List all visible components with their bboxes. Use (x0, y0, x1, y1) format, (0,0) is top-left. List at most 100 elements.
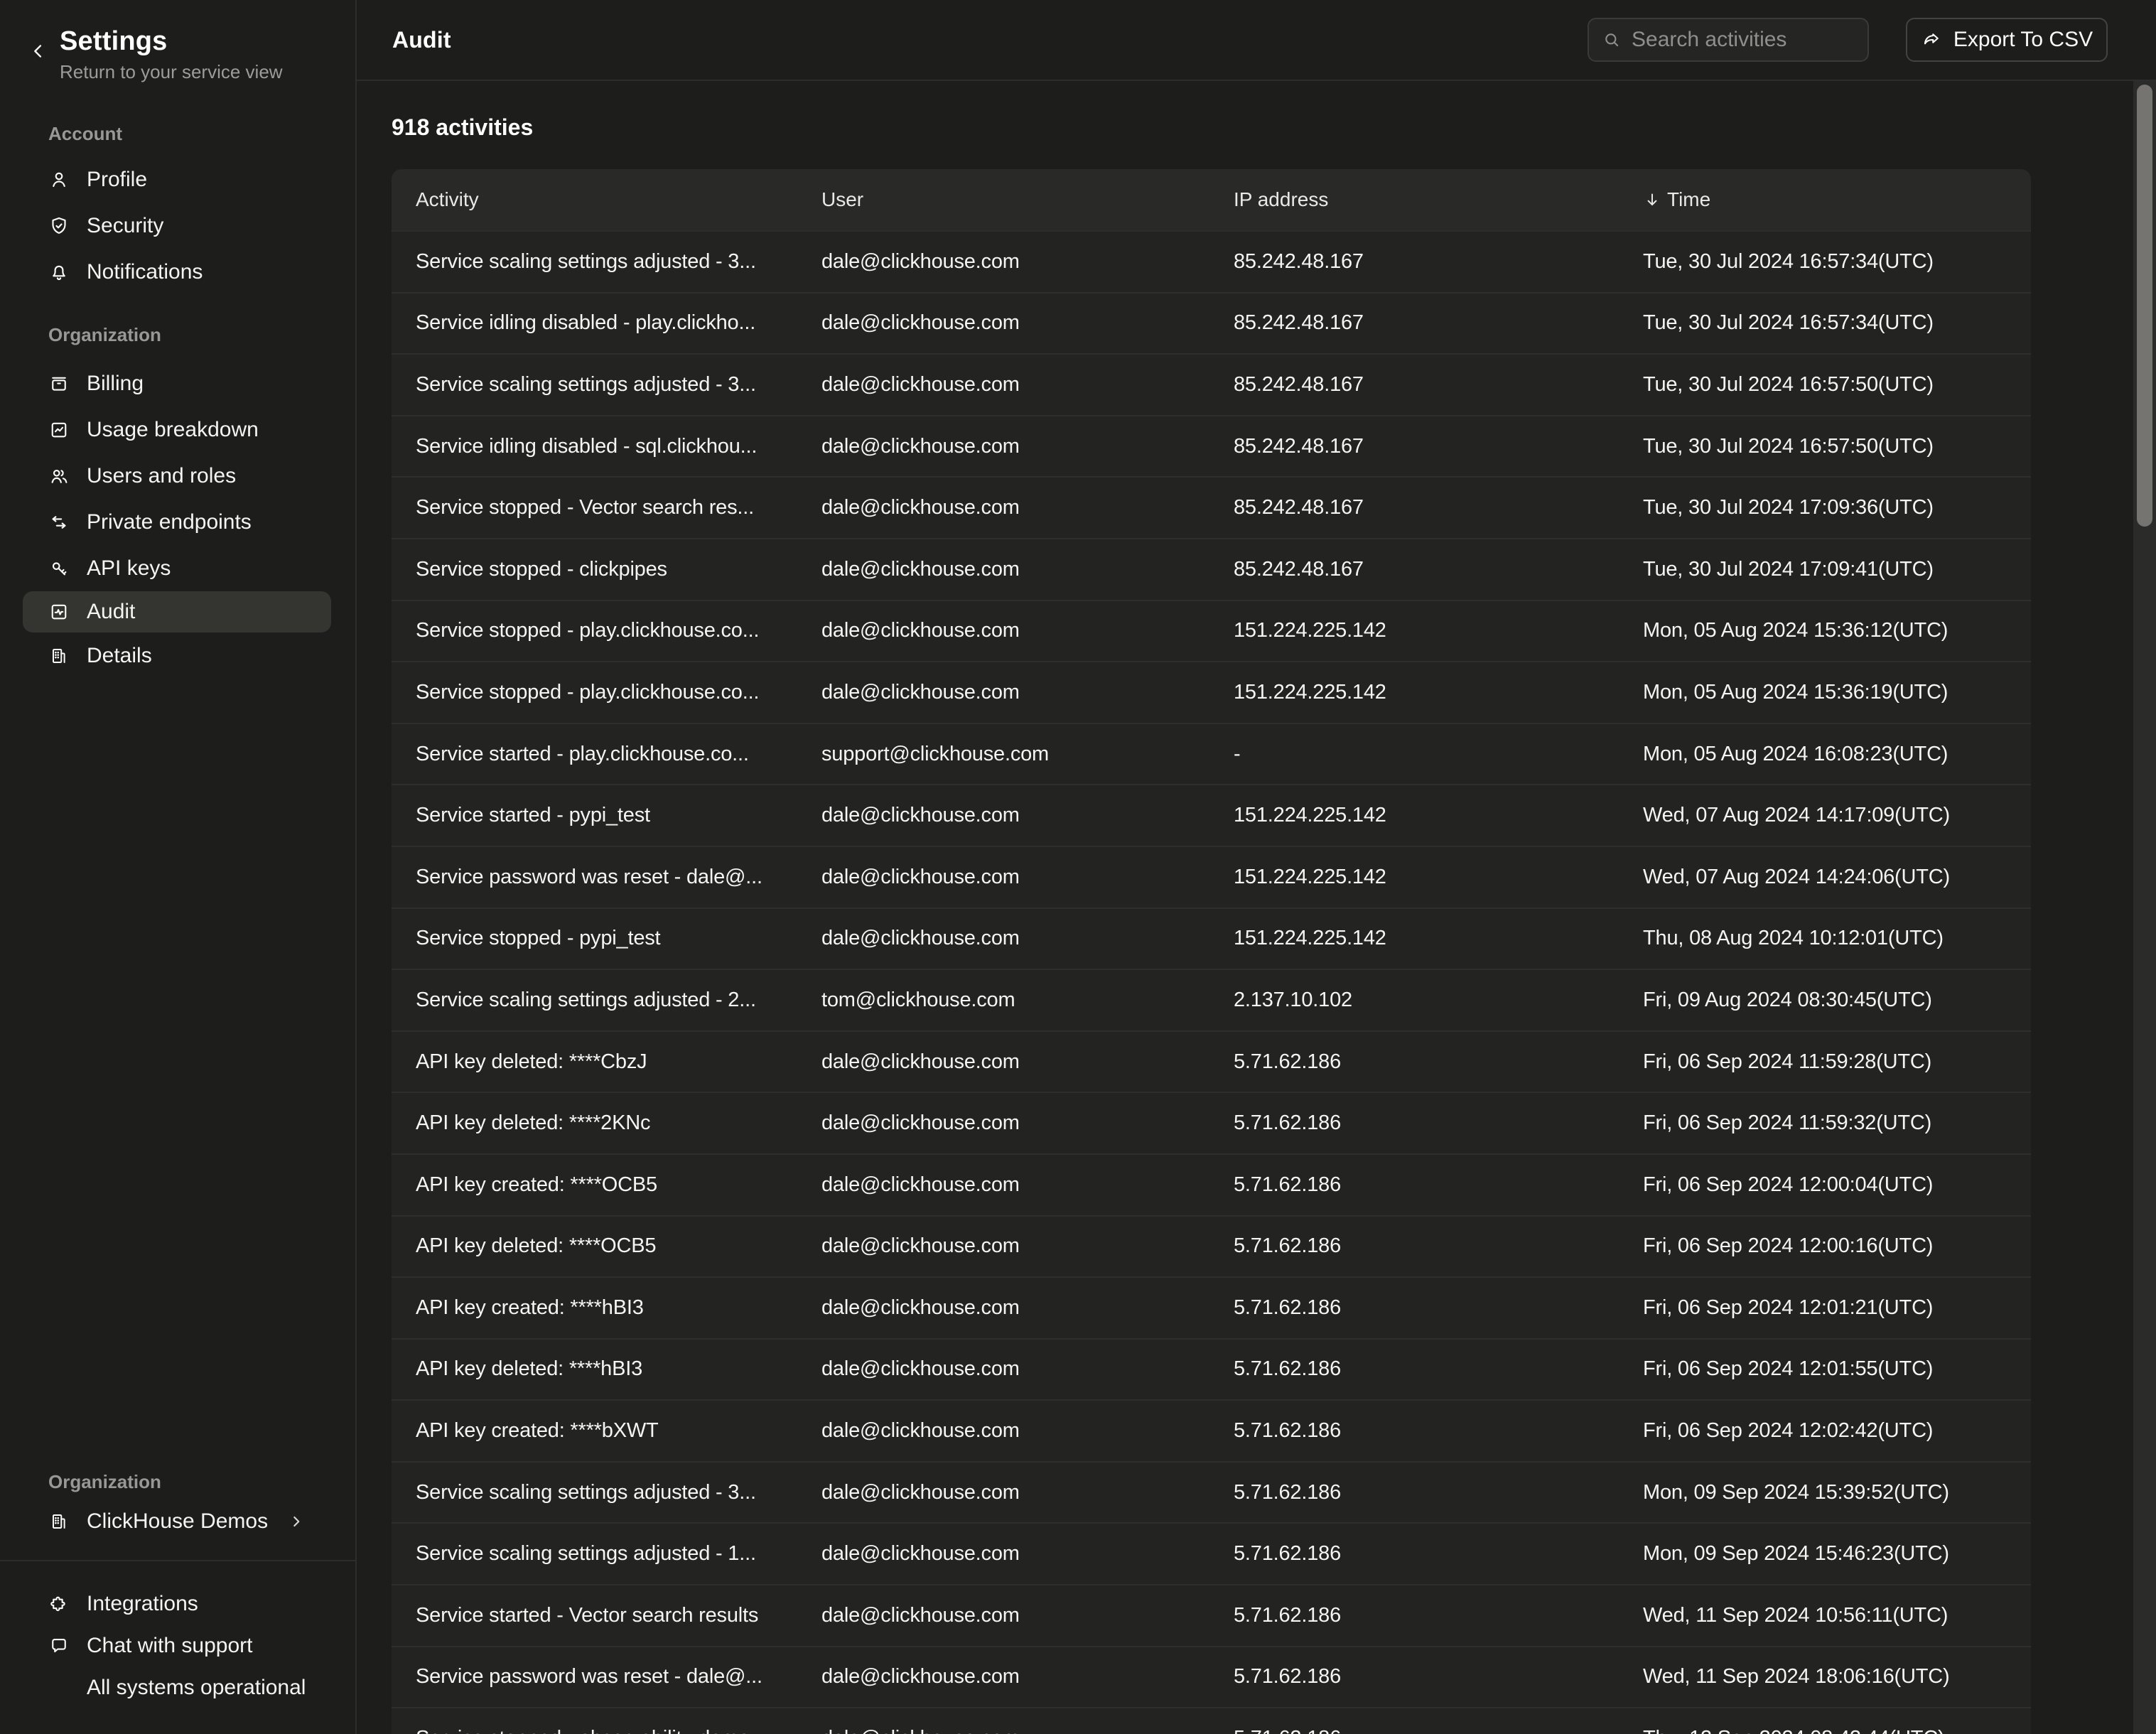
search-input[interactable] (1632, 28, 1855, 52)
user-icon (48, 169, 70, 190)
sidebar-spacer (0, 679, 355, 1470)
cell-activity: Service started - Vector search results (392, 1604, 800, 1627)
chat-bubble-icon (48, 1635, 70, 1657)
cell-user: dale@clickhouse.com (800, 558, 1212, 581)
cell-activity: Service scaling settings adjusted - 3... (392, 1481, 800, 1504)
sidebar-item-users-and-roles[interactable]: Users and roles (0, 453, 355, 499)
cell-ip: 151.224.225.142 (1212, 927, 1622, 950)
column-header-ip[interactable]: IP address (1212, 188, 1622, 211)
building-icon (48, 645, 70, 667)
sidebar-item-security[interactable]: Security (0, 203, 355, 249)
cell-user: dale@clickhouse.com (800, 1111, 1212, 1135)
cell-activity: API key created: ****OCB5 (392, 1173, 800, 1197)
audit-content: 918 activities Activity User IP address (357, 81, 2156, 1734)
integrations-link[interactable]: Integrations (0, 1583, 355, 1625)
cell-user: dale@clickhouse.com (800, 619, 1212, 642)
cell-time: Tue, 30 Jul 2024 16:57:50(UTC) (1622, 373, 2031, 397)
sidebar-item-usage-breakdown[interactable]: Usage breakdown (0, 406, 355, 453)
cell-ip: 5.71.62.186 (1212, 1173, 1622, 1197)
cell-ip: 2.137.10.102 (1212, 989, 1622, 1012)
organization-nav: Billing Usage breakdown Users and roles … (0, 360, 355, 679)
search-box[interactable] (1588, 18, 1869, 62)
swap-arrows-icon (48, 512, 70, 533)
cell-time: Fri, 06 Sep 2024 12:01:55(UTC) (1622, 1357, 2031, 1381)
shield-check-icon (48, 215, 70, 237)
bell-icon (48, 262, 70, 283)
table-row: Service scaling settings adjusted - 3...… (392, 353, 2031, 415)
cell-activity: API key created: ****hBI3 (392, 1296, 800, 1320)
cell-ip: 5.71.62.186 (1212, 1296, 1622, 1320)
cell-time: Fri, 06 Sep 2024 12:00:16(UTC) (1622, 1234, 2031, 1258)
cell-activity: Service started - pypi_test (392, 804, 800, 827)
table-row: Service stopped - pypi_test dale@clickho… (392, 908, 2031, 969)
cell-user: dale@clickhouse.com (800, 681, 1212, 704)
cell-user: dale@clickhouse.com (800, 311, 1212, 335)
page-title: Settings (60, 26, 283, 57)
return-to-service-link[interactable]: Return to your service view (60, 61, 283, 82)
sidebar-item-label: Audit (87, 600, 135, 624)
footer-link-label: Chat with support (87, 1634, 252, 1658)
users-icon (48, 465, 70, 487)
cell-ip: 5.71.62.186 (1212, 1542, 1622, 1566)
cell-user: dale@clickhouse.com (800, 866, 1212, 889)
sidebar-item-billing[interactable]: Billing (0, 360, 355, 406)
table-row: API key deleted: ****hBI3 dale@clickhous… (392, 1338, 2031, 1400)
column-header-user[interactable]: User (800, 188, 1212, 211)
table-body: Service scaling settings adjusted - 3...… (392, 230, 2031, 1734)
column-header-activity[interactable]: Activity (392, 188, 800, 211)
sidebar-item-details[interactable]: Details (0, 632, 355, 679)
sidebar-item-label: Usage breakdown (87, 418, 259, 442)
cell-activity: Service stopped - clickpipes (392, 558, 800, 581)
chevron-right-icon (287, 1512, 306, 1531)
chart-icon (48, 419, 70, 441)
cell-ip: 5.71.62.186 (1212, 1665, 1622, 1689)
scrollbar-track[interactable] (2133, 81, 2156, 1734)
system-status-link[interactable]: All systems operational (0, 1666, 355, 1708)
cell-time: Mon, 05 Aug 2024 15:36:19(UTC) (1622, 681, 2031, 704)
cell-time: Fri, 06 Sep 2024 12:00:04(UTC) (1622, 1173, 2031, 1197)
footer-link-label: Integrations (87, 1592, 198, 1616)
sidebar-item-label: Security (87, 214, 163, 238)
organization-name: ClickHouse Demos (87, 1509, 268, 1534)
table-row: Service stopped - clickpipes dale@clickh… (392, 538, 2031, 600)
column-header-time[interactable]: Time (1622, 188, 2031, 211)
cell-time: Tue, 30 Jul 2024 17:09:41(UTC) (1622, 558, 2031, 581)
sidebar-item-notifications[interactable]: Notifications (0, 249, 355, 295)
sidebar-item-label: Private endpoints (87, 510, 252, 534)
sidebar-item-profile[interactable]: Profile (0, 156, 355, 203)
table-row: Service scaling settings adjusted - 2...… (392, 969, 2031, 1030)
cell-user: dale@clickhouse.com (800, 250, 1212, 274)
cell-user: dale@clickhouse.com (800, 927, 1212, 950)
back-button[interactable] (28, 41, 48, 61)
sidebar-item-label: Users and roles (87, 464, 236, 488)
cell-time: Fri, 06 Sep 2024 11:59:32(UTC) (1622, 1111, 2031, 1135)
status-label: All systems operational (87, 1676, 306, 1700)
export-arrow-icon (1921, 29, 1942, 50)
sidebar-item-audit[interactable]: Audit (23, 591, 331, 632)
cell-user: dale@clickhouse.com (800, 1727, 1212, 1734)
cell-activity: Service scaling settings adjusted - 1... (392, 1542, 800, 1566)
cell-ip: 5.71.62.186 (1212, 1419, 1622, 1443)
sidebar-item-api-keys[interactable]: API keys (0, 545, 355, 591)
sidebar-item-private-endpoints[interactable]: Private endpoints (0, 499, 355, 545)
scrollbar-thumb[interactable] (2137, 85, 2152, 527)
cell-ip: 5.71.62.186 (1212, 1604, 1622, 1627)
cell-time: Wed, 11 Sep 2024 10:56:11(UTC) (1622, 1604, 2031, 1627)
chat-with-support-link[interactable]: Chat with support (0, 1625, 355, 1666)
table-row: Service started - Vector search results … (392, 1584, 2031, 1646)
cell-ip: 85.242.48.167 (1212, 250, 1622, 274)
app-window: Settings Return to your service view Acc… (0, 0, 2156, 1734)
sidebar-item-label: Billing (87, 372, 144, 396)
cell-ip: - (1212, 743, 1622, 766)
sidebar-footer: Integrations Chat with support All syste… (0, 1561, 355, 1734)
cell-ip: 5.71.62.186 (1212, 1234, 1622, 1258)
sidebar-title-block: Settings Return to your service view (60, 26, 283, 82)
organization-switcher[interactable]: ClickHouse Demos (0, 1502, 355, 1541)
cell-ip: 85.242.48.167 (1212, 311, 1622, 335)
cell-user: dale@clickhouse.com (800, 1419, 1212, 1443)
cell-user: dale@clickhouse.com (800, 496, 1212, 519)
cell-ip: 5.71.62.186 (1212, 1111, 1622, 1135)
building-icon (48, 1511, 70, 1532)
export-csv-button[interactable]: Export To CSV (1906, 18, 2108, 62)
table-row: Service started - pypi_test dale@clickho… (392, 784, 2031, 846)
